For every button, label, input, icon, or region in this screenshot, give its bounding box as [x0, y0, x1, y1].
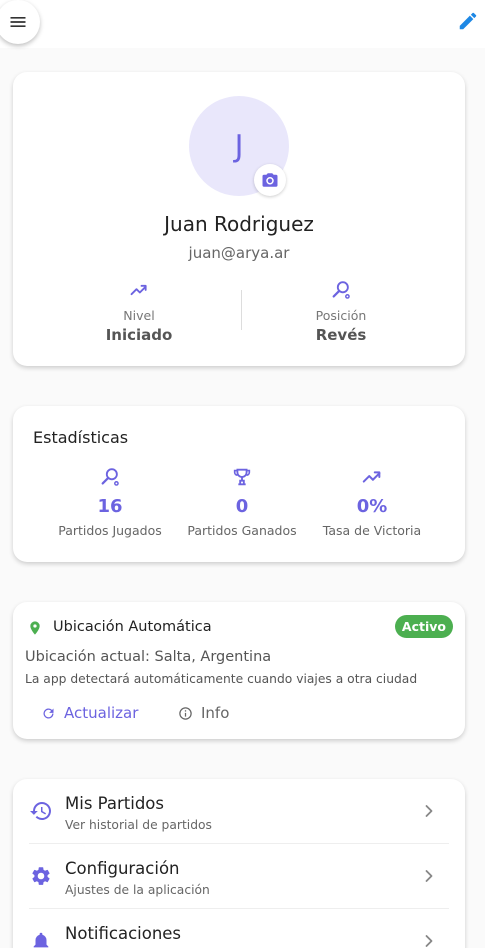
info-label: Info: [201, 704, 230, 722]
menu-item-my-matches[interactable]: Mis Partidos Ver historial de partidos: [13, 779, 465, 844]
stat-matches-played: 16 Partidos Jugados: [40, 464, 180, 538]
stat-win-rate: 0% Tasa de Victoria: [302, 464, 442, 538]
level-value: Iniciado: [105, 326, 173, 344]
divider: [241, 290, 242, 330]
refresh-label: Actualizar: [64, 704, 139, 722]
camera-icon: [262, 173, 278, 187]
stat-label: Partidos Jugados: [58, 523, 162, 538]
stat-matches-won: 0 Partidos Ganados: [172, 464, 312, 538]
current-location: Ubicación actual: Salta, Argentina: [25, 649, 272, 665]
bell-icon: [33, 932, 49, 948]
change-photo-button[interactable]: [254, 164, 286, 196]
profile-email: juan@arya.ar: [188, 244, 290, 262]
stat-value: 16: [97, 496, 123, 517]
trending-up-icon: [130, 284, 147, 296]
gear-icon: [32, 867, 50, 885]
trophy-icon: [233, 468, 251, 486]
avatar-initial: J: [234, 128, 244, 164]
pencil-icon: [459, 12, 477, 30]
racket-icon: [101, 468, 119, 486]
menu-item-notifications[interactable]: Notificaciones: [13, 909, 465, 948]
level-info: Nivel Iniciado: [59, 278, 219, 344]
trending-up-icon: [362, 471, 381, 483]
location-description: La app detectará automáticamente cuando …: [25, 672, 418, 686]
racket-icon: [332, 281, 350, 299]
location-pin-icon: [30, 621, 40, 635]
history-icon: [30, 802, 51, 820]
menu-list: Mis Partidos Ver historial de partidos C…: [13, 779, 465, 948]
chevron-right-icon: [425, 805, 433, 817]
chevron-right-icon: [425, 935, 433, 947]
info-icon: [179, 706, 192, 720]
stat-value: 0: [235, 496, 249, 517]
top-bar: [0, 0, 485, 48]
status-badge: Activo: [394, 615, 453, 638]
profile-name: Juan Rodriguez: [164, 212, 314, 236]
stat-label: Partidos Ganados: [187, 523, 297, 538]
stat-value: 0%: [356, 496, 388, 517]
menu-item-settings[interactable]: Configuración Ajustes de la aplicación: [13, 844, 465, 909]
refresh-icon: [43, 708, 54, 719]
menu-item-title: Notificaciones: [65, 924, 182, 943]
menu-item-subtitle: Ver historial de partidos: [65, 818, 212, 832]
edit-profile-button[interactable]: [455, 8, 481, 34]
stats-card: Estadísticas 16 Partidos Jugados 0 Parti…: [13, 406, 465, 562]
menu-item-title: Configuración: [65, 859, 180, 878]
info-button[interactable]: Info: [178, 702, 229, 724]
position-label: Posición: [315, 308, 367, 323]
refresh-location-button[interactable]: Actualizar: [41, 702, 138, 724]
chevron-right-icon: [425, 870, 433, 882]
menu-item-subtitle: Ajustes de la aplicación: [65, 883, 210, 897]
stat-label: Tasa de Victoria: [322, 523, 422, 538]
level-label: Nivel: [123, 308, 155, 323]
profile-card: J Juan Rodriguez juan@arya.ar Nivel Inic…: [13, 72, 465, 366]
position-info: Posición Revés: [261, 278, 421, 344]
location-card: Ubicación Automática Activo Ubicación ac…: [13, 602, 465, 739]
stats-title: Estadísticas: [33, 428, 129, 447]
position-value: Revés: [315, 326, 367, 344]
hamburger-icon: [10, 17, 26, 27]
menu-button[interactable]: [0, 0, 40, 44]
menu-item-title: Mis Partidos: [65, 794, 164, 813]
location-title: Ubicación Automática: [53, 619, 212, 635]
